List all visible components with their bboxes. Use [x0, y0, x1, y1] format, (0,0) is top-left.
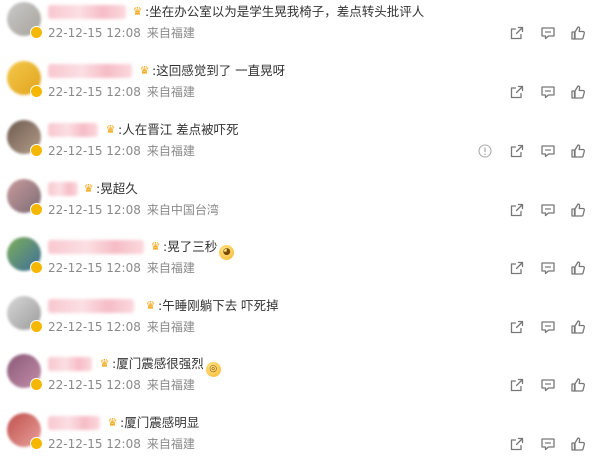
comment-timestamp: 22-12-15 12:08 [48, 144, 141, 158]
comment-meta: 22-12-15 12:08 来自福建 [48, 26, 195, 41]
comment-meta: 22-12-15 12:08 来自福建 [48, 144, 195, 159]
share-icon[interactable] [509, 260, 525, 276]
comment-text-content: :这回感觉到了 一直晃呀 [152, 63, 286, 78]
comment-text-content: :人在晋江 差点被吓死 [118, 122, 239, 137]
comment-location: 来自福建 [146, 437, 195, 451]
comment-location: 来自福建 [146, 85, 195, 99]
comment-text: :这回感觉到了 一直晃呀 [152, 63, 285, 79]
comment-icon[interactable] [540, 260, 556, 276]
verified-badge-icon [30, 320, 43, 333]
verified-badge-icon [30, 85, 43, 98]
comment-text-content: :午睡刚躺下去 吓死掉 [158, 298, 279, 313]
comment-text-content: :晃了三秒 [163, 239, 218, 254]
comment-text-content: :坐在办公室以为是学生晃我椅子，差点转头批评人 [145, 4, 425, 19]
comment-text: :晃超久 [96, 181, 138, 197]
share-icon[interactable] [509, 84, 525, 100]
comment-text: :厦门震感很强烈 ◎ [112, 356, 221, 377]
share-icon[interactable] [509, 25, 525, 41]
comment-timestamp: 22-12-15 12:08 [48, 26, 141, 40]
share-icon[interactable] [509, 202, 525, 218]
comment-timestamp: 22-12-15 12:08 [48, 437, 141, 451]
share-icon[interactable] [509, 377, 525, 393]
vip-crown-icon: ♛ [132, 5, 143, 18]
username-blurred[interactable] [48, 357, 92, 371]
verified-badge-icon [30, 203, 43, 216]
like-icon[interactable] [570, 25, 586, 41]
comment-timestamp: 22-12-15 12:08 [48, 261, 141, 275]
comment-meta: 22-12-15 12:08 来自中国台湾 [48, 203, 219, 218]
vip-crown-icon: ♛ [139, 64, 150, 77]
like-icon[interactable] [570, 377, 586, 393]
comment-meta: 22-12-15 12:08 来自福建 [48, 85, 195, 100]
comment-icon[interactable] [540, 377, 556, 393]
comment-item: ♛:晃了三秒 ◕ 22-12-15 12:08 来自福建 [0, 235, 600, 293]
vip-crown-icon: ♛ [150, 240, 161, 253]
username-blurred[interactable] [48, 299, 134, 313]
comment-item: ♛:厦门震感明显 22-12-15 12:08 来自福建 [0, 411, 600, 469]
comment-location: 来自福建 [146, 320, 195, 334]
comment-timestamp: 22-12-15 12:08 [48, 85, 141, 99]
username-blurred[interactable] [48, 182, 78, 196]
verified-badge-icon [30, 144, 43, 157]
like-icon[interactable] [570, 143, 586, 159]
comment-item: ♛:坐在办公室以为是学生晃我椅子，差点转头批评人 22-12-15 12:08 来自… [0, 0, 600, 58]
comment-meta: 22-12-15 12:08 来自福建 [48, 261, 195, 276]
verified-badge-icon [30, 437, 43, 450]
comment-text-content: :厦门震感明显 [120, 415, 200, 430]
comment-icon[interactable] [540, 143, 556, 159]
comment-location: 来自中国台湾 [146, 203, 219, 217]
comment-icon[interactable] [540, 319, 556, 335]
vip-crown-icon: ♛ [105, 123, 116, 136]
comment-location: 来自福建 [146, 144, 195, 158]
comment-meta: 22-12-15 12:08 来自福建 [48, 320, 195, 335]
comment-icon[interactable] [540, 202, 556, 218]
verified-badge-icon [30, 26, 43, 39]
comment-location: 来自福建 [146, 378, 195, 392]
blush-emoji: ◕ [219, 245, 235, 260]
comment-item: ♛:人在晋江 差点被吓死 22-12-15 12:08 来自福建 [0, 118, 600, 176]
comment-icon[interactable] [540, 436, 556, 452]
comment-item: ♛:午睡刚躺下去 吓死掉 22-12-15 12:08 来自福建 [0, 294, 600, 352]
comment-timestamp: 22-12-15 12:08 [48, 320, 141, 334]
comment-icon[interactable] [540, 84, 556, 100]
comment-text: :午睡刚躺下去 吓死掉 [158, 298, 279, 314]
like-icon[interactable] [570, 260, 586, 276]
comment-text-content: :厦门震感很强烈 [112, 356, 204, 371]
comment-text: :人在晋江 差点被吓死 [118, 122, 239, 138]
share-icon[interactable] [509, 319, 525, 335]
comment-item: ♛:厦门震感很强烈 ◎ 22-12-15 12:08 来自福建 [0, 352, 600, 410]
comment-meta: 22-12-15 12:08 来自福建 [48, 378, 195, 393]
comment-text-content: :晃超久 [96, 181, 138, 196]
like-icon[interactable] [570, 319, 586, 335]
comment-text: :晃了三秒 ◕ [163, 239, 235, 260]
comment-text: :坐在办公室以为是学生晃我椅子，差点转头批评人 [145, 4, 424, 20]
shocked-emoji: ◎ [205, 362, 221, 377]
verified-badge-icon [30, 261, 43, 274]
share-icon[interactable] [509, 143, 525, 159]
like-icon[interactable] [570, 436, 586, 452]
like-icon[interactable] [570, 84, 586, 100]
comment-icon[interactable] [540, 25, 556, 41]
username-blurred[interactable] [48, 416, 100, 430]
comment-location: 来自福建 [146, 26, 195, 40]
comment-text: :厦门震感明显 [120, 415, 199, 431]
vip-crown-icon: ♛ [99, 357, 110, 370]
username-blurred[interactable] [48, 123, 98, 137]
verified-badge-icon [30, 378, 43, 391]
comment-item: ♛:晃超久 22-12-15 12:08 来自中国台湾 [0, 177, 600, 235]
vip-crown-icon: ♛ [107, 416, 118, 429]
username-blurred[interactable] [48, 64, 132, 78]
comment-timestamp: 22-12-15 12:08 [48, 203, 141, 217]
report-icon[interactable] [478, 144, 492, 158]
comment-item: ♛:这回感觉到了 一直晃呀 22-12-15 12:08 来自福建 [0, 59, 600, 117]
comment-meta: 22-12-15 12:08 来自福建 [48, 437, 195, 452]
vip-crown-icon: ♛ [83, 182, 94, 195]
comment-timestamp: 22-12-15 12:08 [48, 378, 141, 392]
username-blurred[interactable] [48, 240, 144, 254]
like-icon[interactable] [570, 202, 586, 218]
vip-crown-icon: ♛ [145, 299, 156, 312]
comment-location: 来自福建 [146, 261, 195, 275]
share-icon[interactable] [509, 436, 525, 452]
username-blurred[interactable] [48, 5, 126, 19]
